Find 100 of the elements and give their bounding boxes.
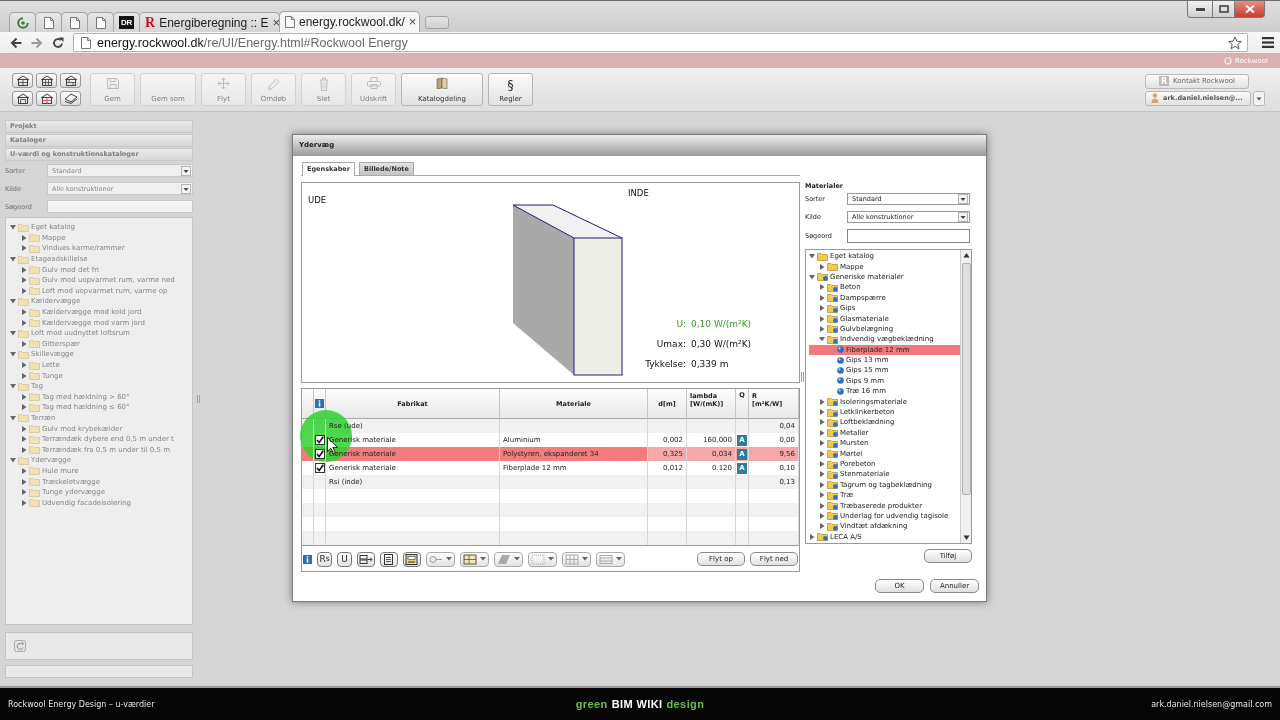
triangle-right-icon[interactable]	[819, 429, 825, 436]
dropdown-tool-button[interactable]	[460, 551, 489, 567]
triangle-right-icon[interactable]	[819, 409, 825, 416]
address-bar[interactable]: energy.rockwool.dk/re/UI/Energy.html#Rockwool Energy	[73, 33, 1248, 52]
minimize-button[interactable]	[1187, 1, 1213, 18]
browser-tab[interactable]: R Energiberegning :: E ×	[139, 12, 280, 32]
tool-button[interactable]	[380, 551, 398, 567]
dropdown-tool-button[interactable]	[596, 551, 625, 567]
logo-word: green	[575, 698, 608, 710]
triangle-right-icon[interactable]	[21, 436, 27, 443]
triangle-right-icon[interactable]	[819, 315, 825, 322]
search-field[interactable]	[47, 200, 193, 213]
search-field[interactable]	[847, 229, 970, 243]
triangle-right-icon[interactable]	[21, 277, 27, 284]
triangle-right-icon[interactable]	[819, 512, 825, 519]
triangle-right-icon[interactable]	[21, 234, 27, 241]
triangle-right-icon[interactable]	[21, 478, 27, 485]
triangle-right-icon[interactable]	[819, 502, 825, 509]
triangle-right-icon[interactable]	[21, 467, 27, 474]
triangle-right-icon[interactable]	[819, 523, 825, 530]
triangle-right-icon[interactable]	[819, 461, 825, 467]
triangle-right-icon[interactable]	[819, 263, 825, 270]
triangle-right-icon[interactable]	[21, 245, 27, 252]
view-button[interactable]	[36, 73, 57, 88]
triangle-right-icon[interactable]	[21, 372, 27, 379]
triangle-down-icon[interactable]	[10, 351, 16, 358]
triangle-down-icon[interactable]	[10, 383, 16, 390]
browser-tab[interactable]	[87, 12, 114, 32]
folder-icon	[29, 487, 40, 497]
browser-tab[interactable]	[9, 12, 36, 32]
triangle-down-icon[interactable]	[10, 330, 16, 337]
view-button[interactable]	[12, 91, 33, 106]
scrollbar[interactable]	[960, 250, 971, 543]
triangle-right-icon[interactable]	[809, 533, 815, 540]
triangle-right-icon[interactable]	[819, 294, 825, 301]
splitter-handle[interactable]	[801, 372, 804, 382]
scroll-down-icon[interactable]	[961, 533, 971, 542]
triangle-right-icon[interactable]	[819, 492, 825, 499]
triangle-right-icon[interactable]	[819, 305, 825, 312]
dropdown-tool-button[interactable]	[528, 551, 557, 567]
triangle-right-icon[interactable]	[21, 309, 27, 316]
view-button[interactable]	[60, 73, 81, 88]
forward-arrow-icon[interactable]	[31, 36, 43, 49]
tool-button[interactable]: U	[337, 551, 352, 567]
triangle-down-icon[interactable]	[10, 256, 16, 263]
view-button[interactable]	[36, 91, 57, 106]
scroll-up-icon[interactable]	[961, 251, 971, 260]
maximize-button[interactable]	[1213, 1, 1235, 18]
triangle-right-icon[interactable]	[21, 393, 27, 400]
reload-icon[interactable]	[52, 36, 64, 49]
triangle-right-icon[interactable]	[819, 419, 825, 426]
triangle-right-icon[interactable]	[819, 471, 825, 478]
splitter-handle[interactable]	[196, 395, 200, 403]
bookmark-star-icon[interactable]	[1228, 35, 1242, 50]
triangle-right-icon[interactable]	[21, 287, 27, 294]
browser-tab[interactable]	[35, 12, 62, 32]
checkbox[interactable]	[314, 463, 325, 473]
dropdown-tool-button[interactable]	[562, 551, 591, 567]
browser-tab[interactable]	[61, 12, 88, 32]
triangle-right-icon[interactable]	[21, 266, 27, 273]
triangle-down-icon[interactable]	[10, 457, 16, 464]
tool-button[interactable]	[403, 551, 421, 567]
triangle-right-icon[interactable]	[819, 325, 825, 332]
triangle-down-icon[interactable]	[809, 253, 815, 260]
browser-tab[interactable]: DR	[113, 12, 140, 32]
triangle-right-icon[interactable]	[819, 450, 825, 457]
tab-close-button[interactable]: ×	[272, 16, 281, 29]
triangle-right-icon[interactable]	[819, 440, 825, 447]
triangle-right-icon[interactable]	[21, 340, 27, 347]
triangle-right-icon[interactable]	[819, 284, 825, 291]
view-button[interactable]	[60, 91, 81, 106]
triangle-down-icon[interactable]	[819, 336, 825, 343]
dropdown-tool-button[interactable]	[494, 551, 523, 567]
triangle-right-icon[interactable]	[21, 404, 27, 411]
menu-icon[interactable]	[1262, 37, 1274, 48]
triangle-down-icon[interactable]	[10, 224, 16, 231]
back-arrow-icon[interactable]	[10, 36, 22, 49]
triangle-down-icon[interactable]	[10, 415, 16, 421]
triangle-down-icon[interactable]	[809, 273, 815, 280]
triangle-down-icon[interactable]	[10, 298, 16, 305]
info-icon[interactable]	[303, 554, 312, 564]
house-icon	[15, 93, 30, 104]
triangle-right-icon[interactable]	[21, 489, 27, 496]
triangle-right-icon[interactable]	[819, 398, 825, 405]
close-button[interactable]	[1235, 1, 1265, 18]
triangle-right-icon[interactable]	[21, 425, 27, 432]
triangle-right-icon[interactable]	[21, 319, 27, 326]
browser-tab[interactable]: energy.rockwool.dk/ ×	[279, 11, 420, 32]
caret-icon[interactable]	[1253, 90, 1265, 106]
triangle-right-icon[interactable]	[819, 481, 825, 488]
sphere-icon	[837, 377, 844, 385]
info-icon[interactable]	[315, 399, 324, 408]
triangle-right-icon[interactable]	[21, 499, 27, 506]
tab-close-button[interactable]: ×	[408, 16, 417, 28]
view-button[interactable]	[12, 73, 33, 88]
scrollbar-thumb[interactable]	[961, 263, 971, 495]
tool-button[interactable]	[357, 551, 375, 567]
triangle-right-icon[interactable]	[21, 362, 27, 368]
dropdown-tool-button[interactable]	[426, 551, 455, 567]
triangle-right-icon[interactable]	[21, 446, 27, 453]
